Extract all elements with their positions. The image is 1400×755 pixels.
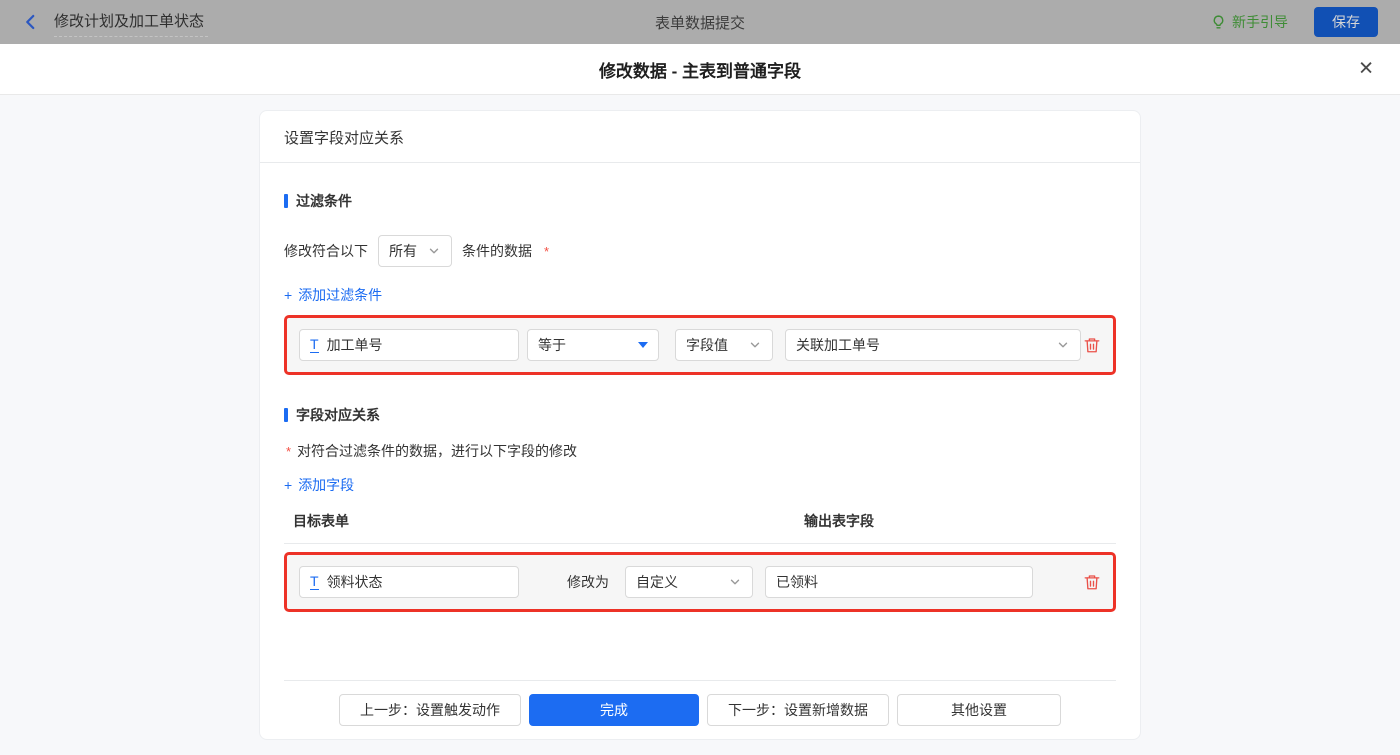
prev-step-button[interactable]: 上一步：设置触发动作 (339, 694, 521, 726)
section-accent-bar (284, 194, 288, 208)
mapping-section-title: 字段对应关系 (284, 405, 1116, 425)
section-accent-bar (284, 408, 288, 422)
filter-condition-highlight-box: T 等于 字段值 关联加工单号 (284, 315, 1116, 375)
beginner-guide-link[interactable]: 新手引导 (1210, 12, 1288, 32)
topbar-left: 修改计划及加工单状态 (22, 8, 209, 37)
dialog-title: 修改数据 - 主表到普通字段 (598, 61, 802, 81)
other-settings-button[interactable]: 其他设置 (897, 694, 1061, 726)
field-mapping-highlight-box: T 修改为 自定义 (284, 552, 1116, 612)
operator-select[interactable]: 等于 (527, 329, 659, 361)
mapping-column-headers: 目标表单 输出表字段 (284, 511, 1116, 544)
field-mapping-row: T 修改为 自定义 (299, 566, 1101, 598)
dialog-content: 设置字段对应关系 过滤条件 修改符合以下 所有 条件的数据 * + 添加过滤条件… (0, 110, 1400, 755)
mapping-section-label: 字段对应关系 (296, 407, 380, 423)
filter-field-input-box[interactable]: T (299, 329, 519, 361)
match-condition-line: 修改符合以下 所有 条件的数据 * (284, 235, 1116, 267)
add-filter-condition-link[interactable]: + 添加过滤条件 (284, 285, 382, 305)
delete-field-button[interactable] (1083, 573, 1101, 591)
panel-footer: 上一步：设置触发动作 完成 下一步：设置新增数据 其他设置 (284, 680, 1116, 739)
chevron-left-icon (22, 13, 40, 31)
delete-condition-button[interactable] (1083, 336, 1101, 354)
panel-title: 设置字段对应关系 (260, 111, 1140, 163)
output-type-select[interactable]: 自定义 (625, 566, 753, 598)
match-suffix-text: 条件的数据 (462, 243, 532, 259)
operator-value: 等于 (538, 337, 566, 353)
target-form-column-header: 目标表单 (293, 513, 349, 529)
chevron-down-icon (728, 575, 742, 589)
caret-down-icon (638, 342, 648, 348)
value-type-value: 字段值 (686, 337, 728, 353)
match-mode-value: 所有 (389, 243, 417, 259)
mapping-description-line: * 对符合过滤条件的数据，进行以下字段的修改 (284, 441, 1116, 461)
back-button[interactable] (22, 13, 40, 31)
done-button[interactable]: 完成 (529, 694, 699, 726)
close-icon[interactable]: ✕ (1358, 60, 1374, 79)
filter-condition-row: T 等于 字段值 关联加工单号 (299, 329, 1101, 361)
required-asterisk: * (286, 443, 292, 459)
output-type-value: 自定义 (636, 574, 678, 590)
filter-section-title: 过滤条件 (284, 191, 1116, 211)
required-asterisk: * (544, 243, 550, 259)
workflow-title[interactable]: 修改计划及加工单状态 (54, 8, 209, 37)
panel-body: 过滤条件 修改符合以下 所有 条件的数据 * + 添加过滤条件 T 加工单号 等… (260, 163, 1140, 739)
page-title: 表单数据提交 (654, 14, 745, 32)
topbar-right: 新手引导 保存 (1210, 7, 1378, 37)
lightbulb-icon (1210, 14, 1227, 31)
chevron-down-icon (427, 244, 441, 258)
add-filter-condition-label: 添加过滤条件 (298, 287, 383, 303)
value-field-value: 关联加工单号 (796, 337, 880, 353)
beginner-guide-label: 新手引导 (1232, 14, 1288, 30)
plus-icon: + (284, 287, 293, 303)
output-field-column-header: 输出表字段 (804, 513, 874, 529)
target-field-input[interactable] (326, 574, 508, 590)
value-type-select[interactable]: 字段值 (675, 329, 773, 361)
filter-section-label: 过滤条件 (296, 193, 352, 209)
output-value-input-box[interactable] (765, 566, 1033, 598)
text-field-icon: T (310, 336, 319, 353)
topbar: 表单数据提交 修改计划及加工单状态 新手引导 保存 (0, 0, 1400, 44)
modify-to-label: 修改为 (567, 574, 609, 590)
add-field-label: 添加字段 (298, 477, 355, 493)
match-mode-select[interactable]: 所有 (378, 235, 452, 267)
target-field-input-box[interactable]: T (299, 566, 519, 598)
save-button[interactable]: 保存 (1314, 7, 1378, 37)
filter-field-input[interactable] (326, 337, 508, 353)
chevron-down-icon (1056, 338, 1070, 352)
mapping-description-text: 对符合过滤条件的数据，进行以下字段的修改 (297, 443, 578, 459)
text-field-icon: T (310, 573, 319, 590)
next-step-button[interactable]: 下一步：设置新增数据 (707, 694, 889, 726)
chevron-down-icon (748, 338, 762, 352)
match-prefix-text: 修改符合以下 (284, 243, 368, 259)
settings-panel: 设置字段对应关系 过滤条件 修改符合以下 所有 条件的数据 * + 添加过滤条件… (259, 110, 1141, 740)
value-field-select[interactable]: 关联加工单号 (785, 329, 1081, 361)
output-value-input[interactable] (776, 574, 1022, 590)
add-field-link[interactable]: + 添加字段 (284, 475, 354, 495)
plus-icon: + (284, 477, 293, 493)
dialog-header: 修改数据 - 主表到普通字段 ✕ (0, 44, 1400, 95)
